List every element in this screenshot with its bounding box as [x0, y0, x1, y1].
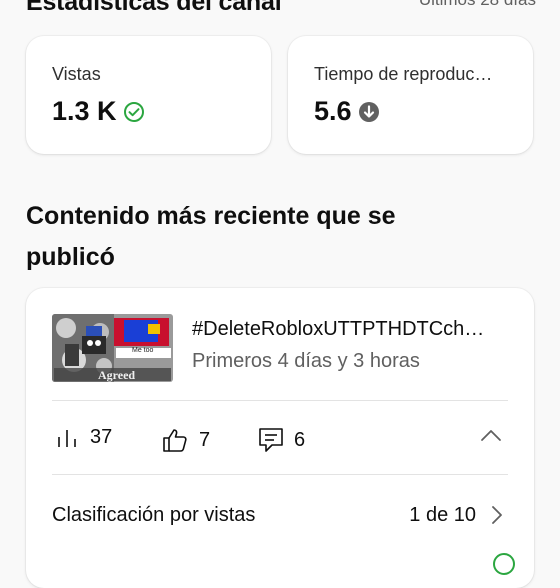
thumbnail-caption: Me too	[132, 347, 154, 354]
views-count: 37	[90, 426, 113, 448]
divider	[52, 474, 508, 475]
stat-value-watch-time: 5.6	[314, 96, 380, 127]
check-circle-icon	[123, 101, 145, 123]
views-card[interactable]: Vistas 1.3 K	[26, 36, 271, 154]
arrow-down-circle-icon	[358, 101, 380, 123]
video-title[interactable]: #DeleteRobloxUTTPTHDTCch…	[192, 318, 512, 341]
ranking-value: 1 de 10	[409, 504, 476, 526]
status-indicator-icon	[492, 552, 516, 581]
chevron-up-icon[interactable]	[480, 428, 502, 447]
video-thumbnail[interactable]: Me too Agreed	[52, 314, 173, 382]
section-title: Estadísticas del canal	[26, 0, 282, 16]
comment-icon	[258, 426, 284, 454]
recent-video-card[interactable]: Me too Agreed #DeleteRobloxUTTPTHDTCch… …	[26, 288, 534, 588]
ranking-label: Clasificación por vistas	[52, 504, 256, 526]
stat-label-watch-time: Tiempo de reproduc…	[314, 64, 493, 84]
stat-value-text: 1.3 K	[52, 96, 117, 126]
stat-value-text: 5.6	[314, 96, 352, 126]
thumbnail-text: Agreed	[98, 368, 136, 382]
stat-label-views: Vistas	[52, 64, 101, 84]
divider	[52, 400, 508, 401]
likes-count: 7	[199, 428, 211, 451]
comments-metric: 6	[258, 426, 305, 454]
recent-section-title: Contenido más reciente que se publicó	[26, 202, 396, 271]
thumbs-up-icon	[161, 426, 189, 454]
period-label: Últimos 28 días	[419, 0, 536, 10]
video-subtitle: Primeros 4 días y 3 horas	[192, 350, 420, 372]
bar-chart-icon	[56, 427, 80, 449]
likes-metric: 7	[161, 426, 210, 454]
views-metric: 37	[56, 426, 112, 449]
chevron-right-icon[interactable]	[490, 504, 504, 531]
comments-count: 6	[294, 428, 306, 451]
stat-value-views: 1.3 K	[52, 96, 145, 127]
watch-time-card[interactable]: Tiempo de reproduc… 5.6	[288, 36, 533, 154]
